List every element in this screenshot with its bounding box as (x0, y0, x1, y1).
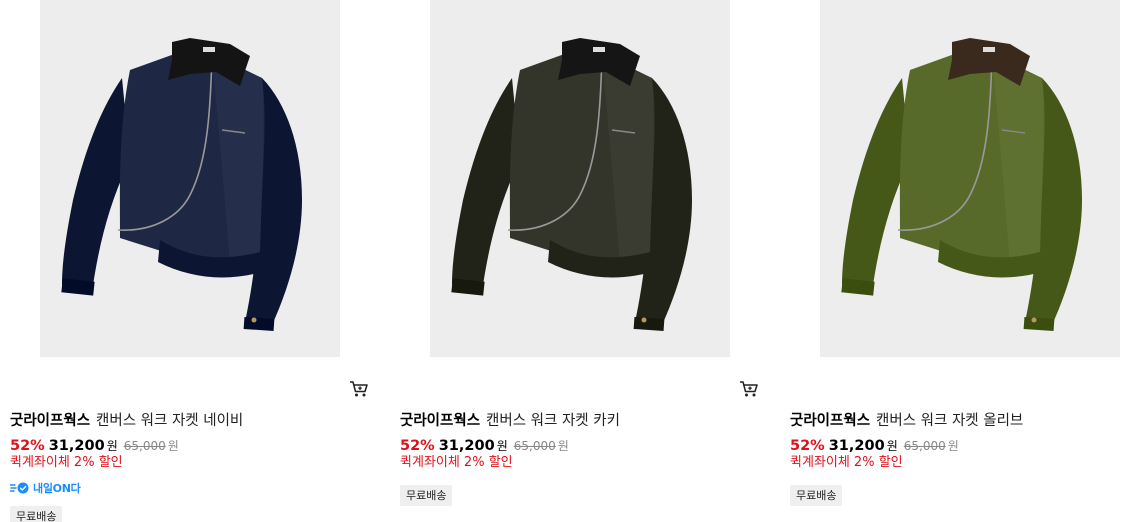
promo-text: 퀵계좌이체 2% 할인 (400, 455, 513, 470)
brand-name[interactable]: 굿라이프웍스 (400, 413, 480, 429)
currency-label: 원 (106, 439, 118, 453)
product-card[interactable]: 굿라이프웍스 캔버스 워크 자켓 카키 52% 31,200 원 65,000 원 퀵계좌… (400, 0, 758, 522)
price-row: 52% 31,200 원 65,000 원 (790, 435, 959, 455)
free-shipping-badge: 무료배송 (790, 485, 843, 506)
price-row: 52% 31,200 원 65,000 원 (10, 435, 179, 455)
sale-price: 31,200 (438, 438, 495, 454)
promo-text: 퀵계좌이체 2% 할인 (790, 455, 903, 470)
jacket-image (451, 38, 692, 332)
product-image[interactable] (430, 0, 730, 357)
product-name[interactable]: 캔버스 워크 자켓 네이비 (96, 413, 243, 429)
discount-rate: 52% (400, 438, 435, 454)
original-currency-label: 원 (557, 439, 569, 453)
original-currency-label: 원 (167, 439, 179, 453)
product-title[interactable]: 굿라이프웍스 캔버스 워크 자켓 카키 (400, 411, 620, 431)
promo-text: 퀵계좌이체 2% 할인 (10, 455, 123, 470)
discount-rate: 52% (790, 438, 825, 454)
sale-price: 31,200 (828, 438, 885, 454)
jacket-image (841, 38, 1082, 332)
product-name[interactable]: 캔버스 워크 자켓 올리브 (876, 413, 1023, 429)
free-shipping-badge: 무료배송 (400, 485, 453, 506)
product-card[interactable]: 굿라이프웍스 캔버스 워크 자켓 올리브 52% 31,200 원 65,000 원 퀵계… (790, 0, 1127, 522)
currency-label: 원 (886, 439, 898, 453)
brand-name[interactable]: 굿라이프웍스 (10, 413, 90, 429)
delivery-badge: 내일ON다 (10, 480, 81, 496)
fast-delivery-icon (10, 482, 29, 494)
product-image[interactable] (820, 0, 1120, 357)
product-title[interactable]: 굿라이프웍스 캔버스 워크 자켓 올리브 (790, 411, 1023, 431)
currency-label: 원 (496, 439, 508, 453)
product-grid: 굿라이프웍스 캔버스 워크 자켓 네이비 52% 31,200 원 65,000 원 퀵계… (0, 0, 1127, 522)
original-price: 65,000 (903, 439, 946, 453)
product-card[interactable]: 굿라이프웍스 캔버스 워크 자켓 네이비 52% 31,200 원 65,000 원 퀵계… (10, 0, 368, 522)
product-image[interactable] (40, 0, 340, 357)
product-name[interactable]: 캔버스 워크 자켓 카키 (486, 413, 620, 429)
discount-rate: 52% (10, 438, 45, 454)
cart-icon[interactable] (349, 380, 369, 398)
free-shipping-badge: 무료배송 (10, 506, 63, 522)
sale-price: 31,200 (48, 438, 105, 454)
jacket-image (61, 38, 302, 332)
original-price: 65,000 (513, 439, 556, 453)
original-currency-label: 원 (947, 439, 959, 453)
original-price: 65,000 (123, 439, 166, 453)
cart-icon[interactable] (739, 380, 759, 398)
product-title[interactable]: 굿라이프웍스 캔버스 워크 자켓 네이비 (10, 411, 243, 431)
brand-name[interactable]: 굿라이프웍스 (790, 413, 870, 429)
price-row: 52% 31,200 원 65,000 원 (400, 435, 569, 455)
delivery-badge-label: 내일ON다 (33, 482, 81, 495)
